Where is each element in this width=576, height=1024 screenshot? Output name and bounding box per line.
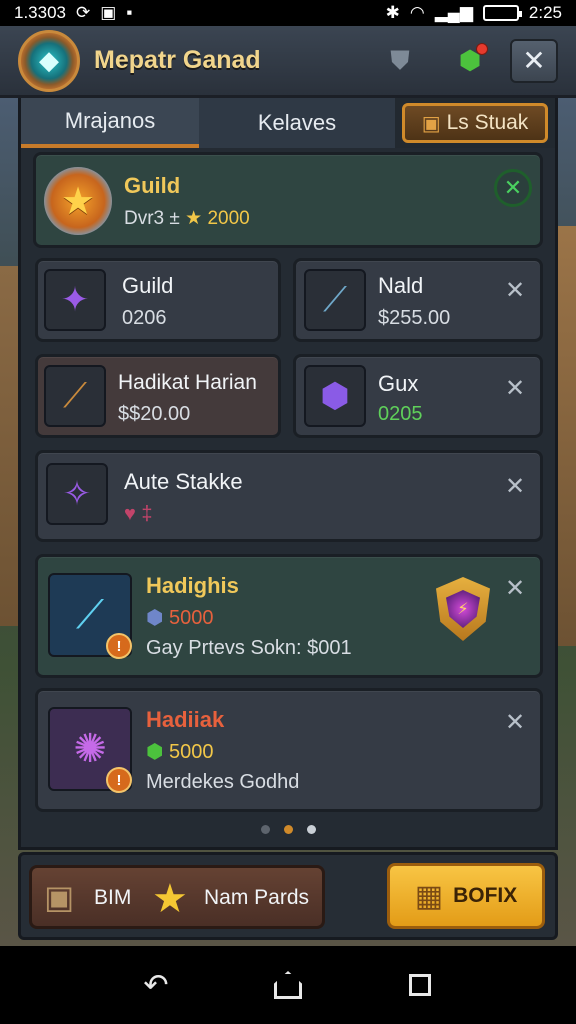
wifi-icon: ◠ <box>409 3 425 22</box>
crystal-amulet-icon: ✦ <box>44 269 106 331</box>
item-value: $$20.00 <box>118 403 191 425</box>
sword-icon: ⟋ <box>304 269 366 331</box>
item-name: Nald <box>378 273 424 298</box>
featured-name: Guild <box>124 173 181 198</box>
offer-card-hadighis[interactable]: ⟋ ! Hadighis ⬢ 5000 Gay Prtevs Sokn: $00… <box>35 554 543 678</box>
alert-icon: ! <box>106 633 132 659</box>
close-icon: ✕ <box>504 276 526 304</box>
close-button[interactable]: ✕ <box>510 38 558 83</box>
star-icon: ★ <box>152 877 188 921</box>
media-notification-icon: ▪ <box>126 3 133 22</box>
offer-price-value: 5000 <box>169 741 214 763</box>
close-icon: ✕ <box>504 708 526 736</box>
close-icon: ✕ <box>504 574 526 602</box>
offer-note: Merdekes Godhd <box>146 771 300 793</box>
remove-button[interactable]: ✕ <box>500 373 530 403</box>
tab-stuak-label: Ls Stuak <box>446 111 529 134</box>
gem-shield-icon: ⬢ <box>304 365 366 427</box>
item-card-hadikat-harian[interactable]: ⟋ Hadikat Harian $$20.00 <box>35 354 281 438</box>
item-value: 0205 <box>378 403 423 425</box>
scroll-staff-icon: ⟋ <box>44 365 106 427</box>
tab-mrajanos[interactable]: Mrajanos <box>21 98 199 148</box>
header-bar: ◆ Mepatr Ganad ⛊ ⬢ ✕ <box>0 26 576 98</box>
star-badge-icon: ★ <box>44 167 112 235</box>
item-name: Guild <box>122 273 174 298</box>
close-icon: ✕ <box>504 374 526 402</box>
item-name: Hadikat Harian <box>118 371 257 394</box>
tab-stuak-wrapper: ▣ Ls Stuak <box>395 98 555 148</box>
remove-button[interactable]: ✕ <box>500 707 530 737</box>
gem-button[interactable]: ⬢ <box>448 39 492 83</box>
bottom-action-bar: ▣ BIM ★ Nam Pards ▦ BOFIX <box>18 852 558 940</box>
android-nav-bar: ↶ <box>0 946 576 1024</box>
alert-icon: ! <box>106 767 132 793</box>
app-notification-icon: ▣ <box>100 3 117 22</box>
page-title: Mepatr Ganad <box>94 46 261 74</box>
signal-icon: ▂▄▆ <box>434 3 473 22</box>
lightning-shield-icon: ⚡ <box>436 577 490 641</box>
item-name: Gux <box>378 371 419 396</box>
back-icon[interactable]: ↶ <box>131 968 181 1003</box>
featured-guild-card[interactable]: ★ Guild Dvr3 ± ★ 2000 ✕ <box>33 152 543 248</box>
status-time-right: 2:25 <box>528 3 562 22</box>
offer-note: Gay Prtevs Sokn: $001 <box>146 637 352 659</box>
page-dot-active[interactable] <box>283 824 293 834</box>
crate-icon: ▣ <box>44 879 75 915</box>
crate-icon: ▣ <box>421 112 441 135</box>
primary-action-button[interactable]: ▦ BOFIX <box>387 863 545 929</box>
tab-bar: Mrajanos Kelaves ▣ Ls Stuak <box>21 98 555 148</box>
rewards-label-2: Nam Pards <box>204 886 310 909</box>
treasure-chest-icon: ▦ <box>414 879 444 913</box>
status-bar: 1.3303 ⟳ ▣ ▪ ✱ ◠ ▂▄▆ 2:25 <box>0 0 576 26</box>
item-card-gux[interactable]: ⬢ Gux 0205 ✕ <box>293 354 543 438</box>
primary-action-label: BOFIX <box>453 884 518 907</box>
remove-button[interactable]: ✕ <box>500 471 530 501</box>
tab-stuak[interactable]: ▣ Ls Stuak <box>402 103 548 143</box>
item-card-nald[interactable]: ⟋ Nald $255.00 ✕ <box>293 258 543 342</box>
guild-emblem-icon: ◆ <box>18 29 80 92</box>
status-time-left: 1.3303 <box>14 3 66 22</box>
shield-icon[interactable]: ⛊ <box>378 39 422 83</box>
recents-button[interactable] <box>395 974 445 996</box>
sapphire-icon: ⬢ <box>146 607 164 629</box>
offer-price: ⬢ 5000 <box>146 605 214 630</box>
item-card-aute-stakke[interactable]: ✧ Aute Stakke ♥ ‡ ✕ <box>35 450 543 542</box>
offer-price-value: 5000 <box>169 607 214 629</box>
tab-kelaves[interactable]: Kelaves <box>199 98 395 148</box>
item-name: Aute Stakke <box>124 469 243 494</box>
featured-detail-prefix: Dvr3 ± <box>124 208 180 229</box>
home-button[interactable] <box>263 971 313 999</box>
remove-button[interactable]: ✕ <box>500 275 530 305</box>
offer-name: Hadiiak <box>146 707 225 732</box>
page-dot[interactable] <box>260 824 270 834</box>
remove-button[interactable]: ✕ <box>500 573 530 603</box>
offer-price: ⬢ 5000 <box>146 739 214 764</box>
check-icon: ✕ <box>503 175 523 200</box>
page-dot[interactable] <box>306 824 316 834</box>
item-value: 0206 <box>122 307 167 329</box>
confirm-button[interactable]: ✕ <box>494 169 532 207</box>
battery-icon <box>482 5 522 21</box>
close-icon: ✕ <box>522 45 546 76</box>
home-icon <box>274 971 302 999</box>
recents-icon <box>409 974 431 996</box>
item-value: $255.00 <box>378 307 451 329</box>
close-icon: ✕ <box>504 472 526 500</box>
sync-icon: ⟳ <box>76 3 91 22</box>
featured-detail-value: 2000 <box>207 208 250 229</box>
item-card-guild[interactable]: ✦ Guild 0206 <box>35 258 281 342</box>
bluetooth-icon: ✱ <box>385 3 400 22</box>
magic-wand-icon: ✧ <box>46 463 108 525</box>
offer-card-hadiiak[interactable]: ✺ ! Hadiiak ⬢ 5000 Merdekes Godhd ✕ <box>35 688 543 812</box>
rewards-label-1: BIM <box>94 886 132 909</box>
featured-detail: Dvr3 ± ★ 2000 <box>124 207 250 230</box>
emerald-icon: ⬢ <box>146 741 164 763</box>
item-value: ♥ ‡ <box>124 503 153 525</box>
pagination-dots <box>21 822 555 836</box>
rewards-button[interactable]: ▣ BIM ★ Nam Pards <box>29 865 325 929</box>
star-icon: ★ <box>185 208 203 229</box>
notification-dot <box>476 42 488 55</box>
offer-name: Hadighis <box>146 573 239 598</box>
main-panel: Mrajanos Kelaves ▣ Ls Stuak ★ Guild Dvr3… <box>18 98 558 850</box>
